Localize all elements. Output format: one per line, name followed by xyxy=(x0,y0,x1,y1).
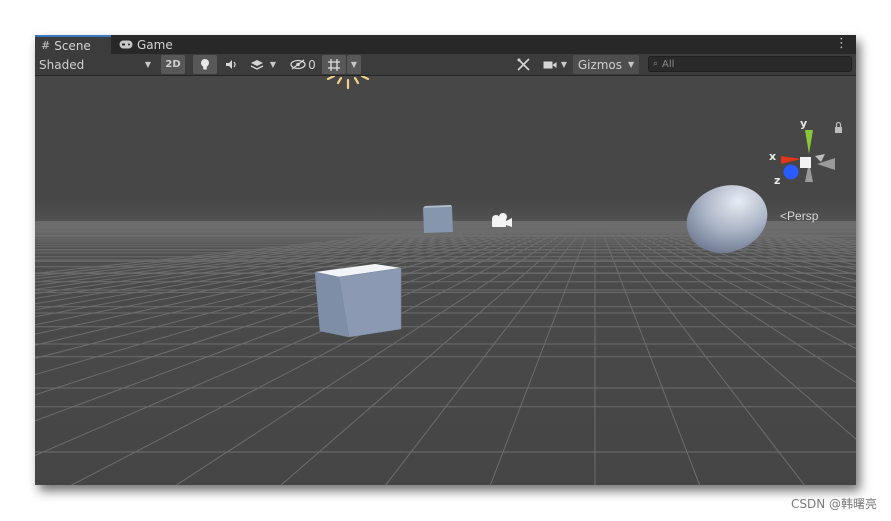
lightbulb-icon xyxy=(201,59,209,70)
audio-toggle-button[interactable] xyxy=(219,55,243,74)
watermark: CSDN @韩曙亮 xyxy=(790,497,877,511)
cube-near[interactable] xyxy=(314,264,402,338)
chevron-down-icon: ▼ xyxy=(628,60,635,69)
search-placeholder: All xyxy=(662,58,675,70)
grid-options-dropdown[interactable]: ▼ xyxy=(347,55,361,74)
shading-mode-label: Shaded xyxy=(39,57,85,72)
grid-toggle-button[interactable] xyxy=(322,55,346,74)
layers-effects-icon xyxy=(250,59,264,70)
camera-mode-toggle[interactable]: <Persp xyxy=(780,209,818,223)
toggle-2d-label: 2D xyxy=(165,59,181,70)
gamepad-icon xyxy=(119,40,133,49)
tab-scene[interactable]: # Scene xyxy=(35,35,111,54)
gizmos-label: Gizmos xyxy=(577,57,623,72)
scene-toolbar: Shaded ▼ 2D ▼ 0 ▼ ▼ Gizmos ▼ ⌕ All xyxy=(35,54,856,76)
scene-search-input[interactable]: ⌕ All xyxy=(648,56,852,72)
lighting-toggle-button[interactable] xyxy=(193,55,217,74)
effects-dropdown[interactable]: ▼ xyxy=(243,55,283,74)
persp-chevron-icon: < xyxy=(780,209,788,223)
tools-icon xyxy=(516,58,530,71)
tab-bar: # Scene Game ⋮ xyxy=(35,35,856,54)
camera-settings-dropdown[interactable]: ▼ xyxy=(539,55,571,74)
hidden-count: 0 xyxy=(308,57,316,72)
video-camera-icon xyxy=(543,61,557,68)
grid-icon: # xyxy=(41,39,51,52)
hidden-eye-icon xyxy=(290,59,306,70)
gizmo-y-label: y xyxy=(800,117,807,130)
chevron-down-icon: ▼ xyxy=(560,60,568,69)
camera-mode-label: Persp xyxy=(787,209,819,223)
scene-visibility-toggle[interactable]: 0 xyxy=(287,55,319,74)
shading-mode-dropdown[interactable]: Shaded ▼ xyxy=(35,55,155,74)
chevron-down-icon: ▼ xyxy=(269,60,277,69)
chevron-down-icon: ▼ xyxy=(144,60,151,69)
toggle-2d-button[interactable]: 2D xyxy=(161,55,185,74)
gizmo-z-label: z xyxy=(774,174,780,187)
tab-game[interactable]: Game xyxy=(113,35,183,54)
scene-window: # Scene Game ⋮ Shaded ▼ 2D ▼ 0 ▼ ▼ Gizmo… xyxy=(35,35,856,485)
tools-button[interactable] xyxy=(511,55,535,74)
chevron-down-icon: ▼ xyxy=(350,60,358,69)
gizmos-dropdown[interactable]: Gizmos ▼ xyxy=(573,55,639,74)
grid-snap-icon xyxy=(328,58,340,71)
tab-game-label: Game xyxy=(137,37,173,52)
scene-viewport[interactable]: y x z <Persp xyxy=(35,76,856,485)
speaker-icon xyxy=(225,60,236,69)
gizmo-x-label: x xyxy=(769,150,776,163)
search-icon: ⌕ xyxy=(653,59,659,69)
tab-scene-label: Scene xyxy=(54,38,91,53)
cube-far[interactable] xyxy=(423,205,453,233)
more-options-icon[interactable]: ⋮ xyxy=(835,36,848,52)
ground-plane xyxy=(35,221,856,485)
